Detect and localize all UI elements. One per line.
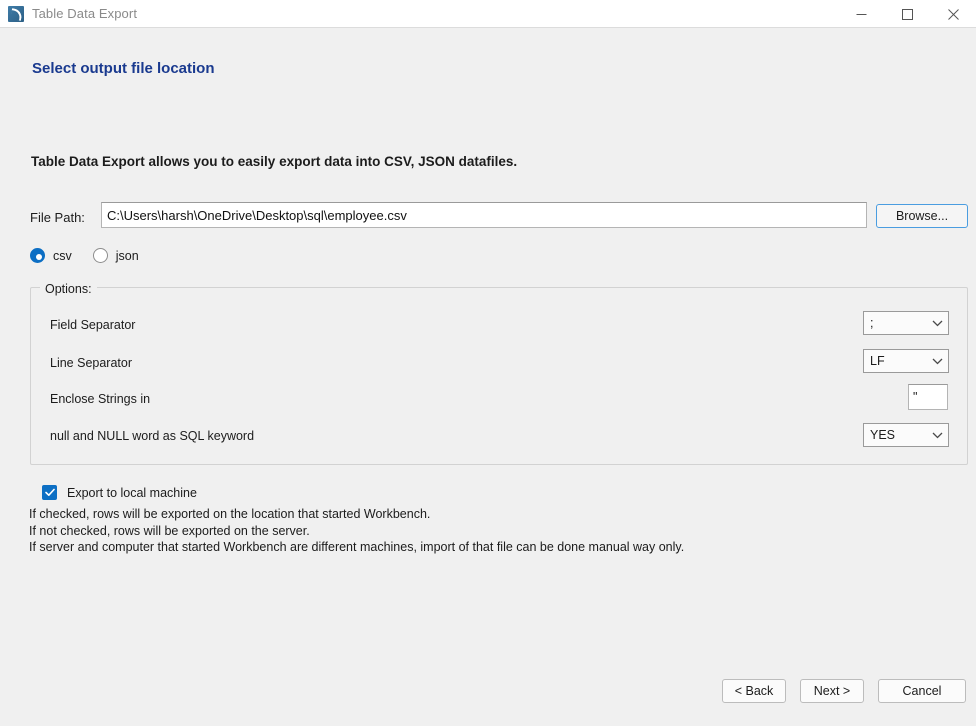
table-data-export-window: Table Data Export Select output file loc… xyxy=(0,0,976,726)
window-title: Table Data Export xyxy=(32,6,138,21)
back-button[interactable]: < Back xyxy=(722,679,786,703)
null-keyword-select[interactable]: YES xyxy=(863,423,949,447)
options-group-title: Options: xyxy=(40,282,97,296)
radio-json-label: json xyxy=(115,248,139,263)
mysql-workbench-dolphin-icon xyxy=(8,5,24,22)
browse-button[interactable]: Browse... xyxy=(876,204,968,228)
enclose-strings-label: Enclose Strings in xyxy=(50,392,151,406)
title-bar: Table Data Export xyxy=(0,0,976,28)
intro-text: Table Data Export allows you to easily e… xyxy=(31,154,518,169)
line-separator-select[interactable]: LF xyxy=(863,349,949,373)
radio-csv-indicator xyxy=(30,248,45,263)
radio-csv-label: csv xyxy=(53,248,72,263)
field-separator-value: ; xyxy=(870,316,874,330)
null-keyword-value: YES xyxy=(870,428,896,442)
radio-json-indicator xyxy=(92,248,108,263)
chevron-down-icon xyxy=(926,432,948,439)
maximize-icon[interactable] xyxy=(884,0,930,28)
export-note-3: If server and computer that started Work… xyxy=(29,540,685,554)
field-separator-select[interactable]: ; xyxy=(863,311,949,335)
checkmark-icon xyxy=(42,485,57,500)
cancel-button[interactable]: Cancel xyxy=(878,679,966,703)
window-controls xyxy=(838,0,976,28)
field-separator-label: Field Separator xyxy=(50,318,136,332)
enclose-strings-input[interactable] xyxy=(908,384,948,410)
export-local-label: Export to local machine xyxy=(67,485,197,500)
file-path-label: File Path: xyxy=(30,210,85,225)
line-separator-value: LF xyxy=(870,354,885,368)
chevron-down-icon xyxy=(926,320,948,327)
minimize-icon[interactable] xyxy=(838,0,884,28)
close-icon[interactable] xyxy=(930,0,976,28)
export-note-2: If not checked, rows will be exported on… xyxy=(29,524,310,538)
next-button[interactable]: Next > xyxy=(800,679,864,703)
format-radio-group: csv json xyxy=(30,248,160,263)
line-separator-label: Line Separator xyxy=(50,356,133,370)
export-local-checkbox[interactable]: Export to local machine xyxy=(42,485,197,500)
file-path-input[interactable] xyxy=(101,202,867,228)
export-note-1: If checked, rows will be exported on the… xyxy=(29,507,431,521)
radio-csv[interactable]: csv xyxy=(30,248,72,263)
page-title: Select output file location xyxy=(32,60,215,77)
radio-json[interactable]: json xyxy=(92,248,139,263)
null-keyword-label: null and NULL word as SQL keyword xyxy=(50,429,255,443)
chevron-down-icon xyxy=(926,358,948,365)
